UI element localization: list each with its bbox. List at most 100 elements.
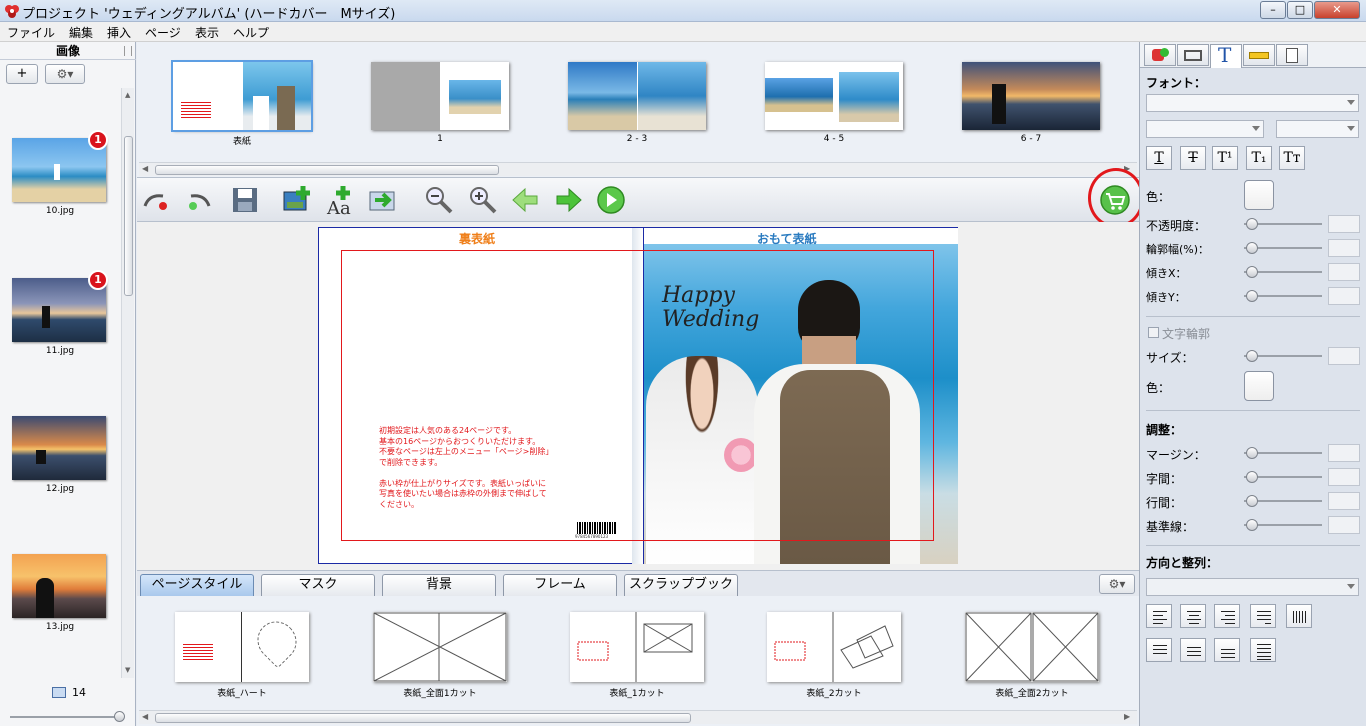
page-strip-scrollbar[interactable]: ◀ ▶	[139, 162, 1137, 176]
superscript-button[interactable]: T¹	[1212, 146, 1238, 170]
scrollbar-thumb[interactable]	[155, 713, 691, 723]
skew-y-slider[interactable]	[1244, 290, 1322, 302]
slider-knob[interactable]	[1246, 519, 1258, 531]
play-icon[interactable]	[595, 184, 627, 216]
slider-knob[interactable]	[1246, 242, 1258, 254]
page-style-scrollbar[interactable]: ◀ ▶	[139, 710, 1137, 724]
font-size-select[interactable]	[1276, 120, 1359, 138]
layout-full-2[interactable]	[965, 612, 1099, 682]
layout-1-cut[interactable]	[570, 612, 704, 682]
align-right-button[interactable]	[1214, 604, 1240, 628]
line-spacing-slider[interactable]	[1244, 495, 1322, 507]
text-color-swatch[interactable]	[1244, 180, 1274, 210]
tab-frame-style[interactable]	[1177, 44, 1209, 66]
image-thumbnail-13[interactable]	[12, 554, 106, 618]
page-spread-1[interactable]	[371, 62, 509, 130]
slider-knob[interactable]	[1246, 471, 1258, 483]
page-spread-cover[interactable]	[171, 60, 313, 132]
subscript-button[interactable]: T₁	[1246, 146, 1272, 170]
next-page-icon[interactable]	[553, 184, 585, 216]
tab-text[interactable]: T	[1210, 43, 1242, 68]
page-spread-4-5[interactable]	[765, 62, 903, 130]
tab-mask[interactable]: マスク	[261, 574, 375, 596]
scroll-left-icon[interactable]: ◀	[142, 712, 148, 721]
slider-knob[interactable]	[114, 711, 125, 722]
opacity-slider[interactable]	[1244, 218, 1322, 230]
menu-help[interactable]: ヘルプ	[233, 24, 269, 41]
baseline-slider[interactable]	[1244, 519, 1322, 531]
outline-color-swatch[interactable]	[1244, 371, 1274, 401]
image-thumbnail-12[interactable]	[12, 416, 106, 480]
outline-size-slider[interactable]	[1244, 350, 1322, 362]
panel-grip-icon[interactable]	[124, 46, 132, 56]
opacity-value[interactable]	[1328, 215, 1360, 233]
slider-knob[interactable]	[1246, 495, 1258, 507]
page-spread-2-3[interactable]	[568, 62, 706, 130]
menu-file[interactable]: ファイル	[7, 24, 55, 41]
align-top-button[interactable]	[1146, 638, 1172, 662]
style-settings-button[interactable]: ⚙▾	[1099, 574, 1135, 594]
scroll-up-icon[interactable]: ▲	[125, 91, 130, 99]
char-spacing-slider[interactable]	[1244, 471, 1322, 483]
menu-insert[interactable]: 挿入	[107, 24, 131, 41]
font-style-select[interactable]	[1146, 120, 1264, 138]
layout-full-1[interactable]	[373, 612, 507, 682]
page-spread-6-7[interactable]	[962, 62, 1100, 130]
thumbnail-size-slider[interactable]	[10, 711, 125, 723]
menu-page[interactable]: ページ	[145, 24, 181, 41]
underline-button[interactable]: T	[1146, 146, 1172, 170]
tab-page-style[interactable]: ページスタイル	[140, 574, 254, 596]
add-image-button[interactable]: +	[6, 64, 38, 84]
align-middle-button[interactable]	[1180, 638, 1206, 662]
add-photo-icon[interactable]	[281, 184, 313, 216]
slider-knob[interactable]	[1246, 290, 1258, 302]
tab-frame[interactable]: フレーム	[503, 574, 617, 596]
menu-edit[interactable]: 編集	[69, 24, 93, 41]
zoom-out-icon[interactable]	[423, 184, 455, 216]
import-icon[interactable]	[367, 184, 399, 216]
menu-view[interactable]: 表示	[195, 24, 219, 41]
tab-page[interactable]	[1276, 44, 1308, 66]
scrollbar-thumb[interactable]	[155, 165, 499, 175]
strikethrough-button[interactable]: T	[1180, 146, 1206, 170]
baseline-value[interactable]	[1328, 516, 1360, 534]
slider-knob[interactable]	[1246, 350, 1258, 362]
scroll-down-icon[interactable]: ▼	[125, 666, 130, 674]
slider-knob[interactable]	[1246, 218, 1258, 230]
align-bottom-button[interactable]	[1214, 638, 1240, 662]
scroll-left-icon[interactable]: ◀	[142, 164, 148, 173]
distribute-vertical-button[interactable]	[1250, 638, 1276, 662]
align-left-button[interactable]	[1146, 604, 1172, 628]
tab-ruler[interactable]	[1243, 44, 1275, 66]
justify-dropdown-button[interactable]	[1250, 604, 1276, 628]
small-caps-button[interactable]: Tт	[1279, 146, 1305, 170]
maximize-button[interactable]: □	[1287, 1, 1313, 19]
prev-page-icon[interactable]	[509, 184, 541, 216]
tab-background[interactable]: 背景	[382, 574, 496, 596]
skew-x-value[interactable]	[1328, 263, 1360, 281]
redo-icon[interactable]	[183, 184, 215, 216]
save-icon[interactable]	[229, 184, 261, 216]
slider-knob[interactable]	[1246, 447, 1258, 459]
align-center-button[interactable]	[1180, 604, 1206, 628]
add-text-icon[interactable]: Aa	[325, 184, 357, 216]
skew-x-slider[interactable]	[1244, 266, 1322, 278]
vertical-text-button[interactable]	[1286, 604, 1312, 628]
cover-spread[interactable]: 裏表紙 Happy Wedding おもて表紙 初期設定は人気のある24ページで…	[318, 227, 958, 564]
undo-icon[interactable]	[139, 184, 171, 216]
text-outline-checkbox[interactable]	[1148, 327, 1159, 338]
margin-value[interactable]	[1328, 444, 1360, 462]
layout-2-cut[interactable]	[767, 612, 901, 682]
margin-slider[interactable]	[1244, 447, 1322, 459]
scroll-right-icon[interactable]: ▶	[1124, 712, 1130, 721]
skew-y-value[interactable]	[1328, 287, 1360, 305]
outline-width-value[interactable]	[1328, 239, 1360, 257]
tab-shapes[interactable]	[1144, 44, 1176, 66]
minimize-button[interactable]: –	[1260, 1, 1286, 19]
outline-size-value[interactable]	[1328, 347, 1360, 365]
line-spacing-value[interactable]	[1328, 492, 1360, 510]
tab-scrapbook[interactable]: スクラップブック	[624, 574, 738, 596]
slider-knob[interactable]	[1246, 266, 1258, 278]
scrollbar-thumb[interactable]	[124, 136, 133, 296]
image-settings-button[interactable]: ⚙▾	[45, 64, 85, 84]
